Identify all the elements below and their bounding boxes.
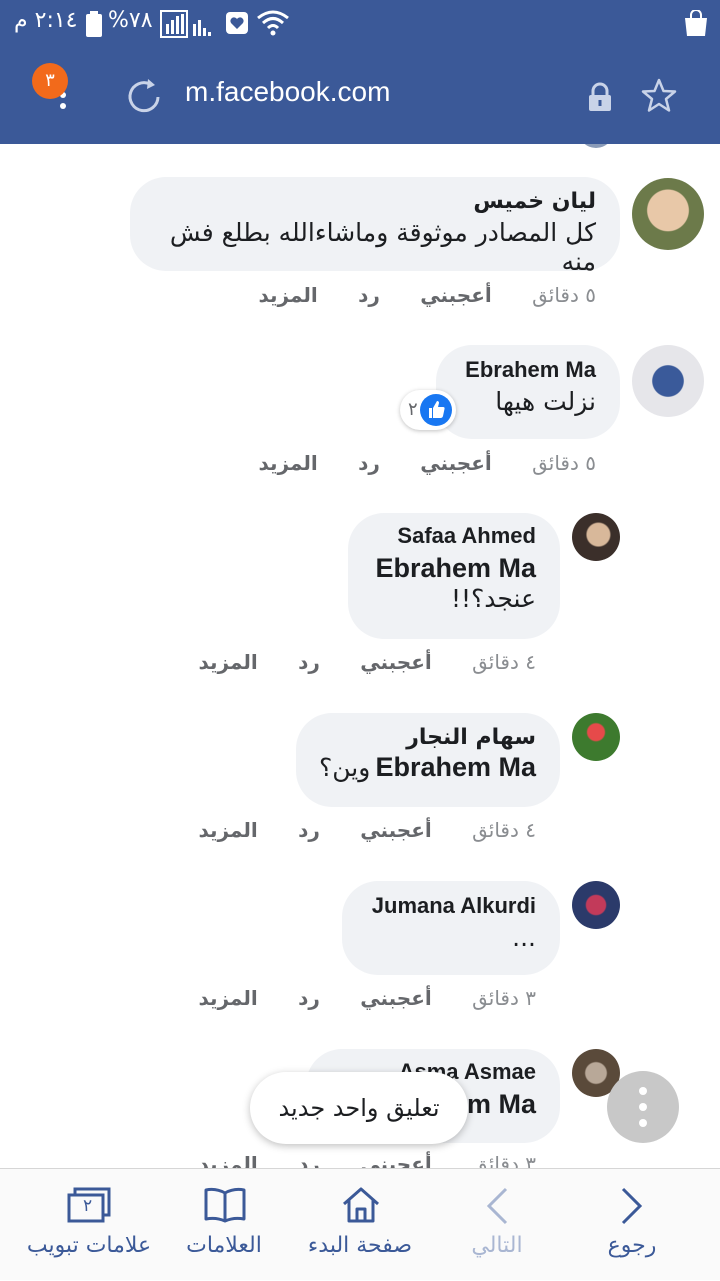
more-link[interactable]: المزيد [198,986,257,1010]
back-button[interactable]: رجوع [590,1169,674,1281]
like-link[interactable]: أعجبني [420,283,492,307]
reaction-badge[interactable]: ٢ [400,390,456,430]
comment-time[interactable]: ٤ دقائق [472,818,536,842]
notification-icon [226,12,248,34]
tab-count-badge: ٣ [32,63,68,99]
new-comment-toast[interactable]: تعليق واحد جديد [250,1072,468,1144]
reply-link[interactable]: رد [358,451,380,475]
forward-label: التالي [471,1233,523,1258]
reply-link[interactable]: رد [298,1152,320,1168]
bookmarks-button[interactable]: العلامات [174,1169,274,1281]
tabs-label: علامات تبويب [26,1233,152,1258]
comment-time[interactable]: ٣ دقائق [472,986,536,1010]
reply-link[interactable]: رد [298,650,320,674]
more-link[interactable]: المزيد [198,1152,257,1168]
like-link[interactable]: أعجبني [360,986,432,1010]
comment-bubble: Ebrahem Ma نزلت هيها [436,345,620,439]
avatar[interactable] [572,881,620,929]
signal-icon [160,10,211,38]
comment-author[interactable]: سهام النجار [320,725,536,750]
chevron-right-icon [621,1187,643,1225]
battery-icon [86,11,102,37]
reply-link[interactable]: رد [298,818,320,842]
comment-time[interactable]: ٥ دقائق [532,451,596,475]
like-link[interactable]: أعجبني [360,818,432,842]
comment-bubble: Jumana Alkurdi ... [342,881,560,975]
reply-link[interactable]: رد [298,986,320,1010]
comment-author[interactable]: Jumana Alkurdi [366,893,536,919]
comment-text: كل المصادر موثوقة وماشاءالله بطلع فش منه [169,218,596,276]
avatar[interactable] [572,713,620,761]
browser-menu-button[interactable] [60,92,68,114]
comment-author[interactable]: Ebrahem Ma [460,357,596,383]
comment-text: نزلت هيها [495,387,596,416]
reload-icon[interactable] [124,77,164,117]
comment-author[interactable]: Safaa Ahmed [372,523,536,549]
comment-bubble: سهام النجار Ebrahem Ma وين؟ [296,713,560,807]
floating-menu-button[interactable] [607,1071,679,1143]
browser-bottom-bar: ٢ علامات تبويب العلامات صفحة البدء التال… [0,1168,720,1280]
comment-bubble: Safaa Ahmed Ebrahem Ma عنجد؟!! [348,513,560,639]
bookmark-star-icon[interactable] [640,77,678,115]
like-reaction-icon [420,394,452,426]
comment-bubble: ليان خميس كل المصادر موثوقة وماشاءالله ب… [130,177,620,276]
comment-text: عنجد؟!! [450,584,536,613]
more-link[interactable]: المزيد [258,283,317,307]
avatar [578,144,614,148]
more-link[interactable]: المزيد [258,451,317,475]
avatar[interactable] [632,178,704,250]
mention-link[interactable]: Ebrahem Ma [375,752,536,782]
comment-actions: ٣ دقائق أعجبني رد المزيد [198,986,536,1010]
wifi-icon [257,10,289,36]
comments-list: ليان خميس كل المصادر موثوقة وماشاءالله ب… [0,144,720,1168]
more-link[interactable]: المزيد [198,650,257,674]
tabs-count: ٢ [83,1196,93,1216]
comment-actions: ٤ دقائق أعجبني رد المزيد [198,650,536,674]
avatar[interactable] [632,345,704,417]
home-icon [343,1187,379,1223]
more-link[interactable]: المزيد [198,818,257,842]
lock-icon[interactable] [588,82,612,112]
mention-link[interactable]: Ebrahem Ma [372,553,536,584]
comment-actions: ٥ دقائق أعجبني رد المزيد [258,283,596,307]
comment-actions: ٣ دقائق أعجبني رد المزيد [198,1152,536,1168]
comment-actions: ٥ دقائق أعجبني رد المزيد [258,451,596,475]
chevron-left-icon [486,1187,508,1225]
like-link[interactable]: أعجبني [360,650,432,674]
reaction-count: ٢ [408,399,418,420]
comment-author[interactable]: ليان خميس [154,189,596,214]
home-button[interactable]: صفحة البدء [300,1169,420,1281]
reply-link[interactable]: رد [358,283,380,307]
forward-button[interactable]: التالي [450,1169,544,1281]
status-bar: ٢:١٤ م %٧٨ [0,0,720,48]
comment-text: ... [512,923,536,952]
back-label: رجوع [607,1233,657,1258]
avatar[interactable] [572,513,620,561]
tabs-button[interactable]: ٢ علامات تبويب [14,1169,164,1281]
home-label: صفحة البدء [307,1233,413,1258]
battery-percent: %٧٨ [108,8,153,33]
comment-time[interactable]: ٥ دقائق [532,283,596,307]
comment-actions: ٤ دقائق أعجبني رد المزيد [198,818,536,842]
comment-time[interactable]: ٤ دقائق [472,650,536,674]
bookmarks-book-icon [204,1187,246,1223]
like-link[interactable]: أعجبني [360,1152,432,1168]
like-link[interactable]: أعجبني [420,451,492,475]
status-time: ٢:١٤ م [14,8,78,33]
comment-text: وين؟ [319,753,371,782]
url-text[interactable]: m.facebook.com [185,76,390,108]
shopping-bag-icon[interactable] [684,10,708,36]
comment-time[interactable]: ٣ دقائق [472,1152,536,1168]
bookmarks-label: العلامات [186,1233,262,1258]
